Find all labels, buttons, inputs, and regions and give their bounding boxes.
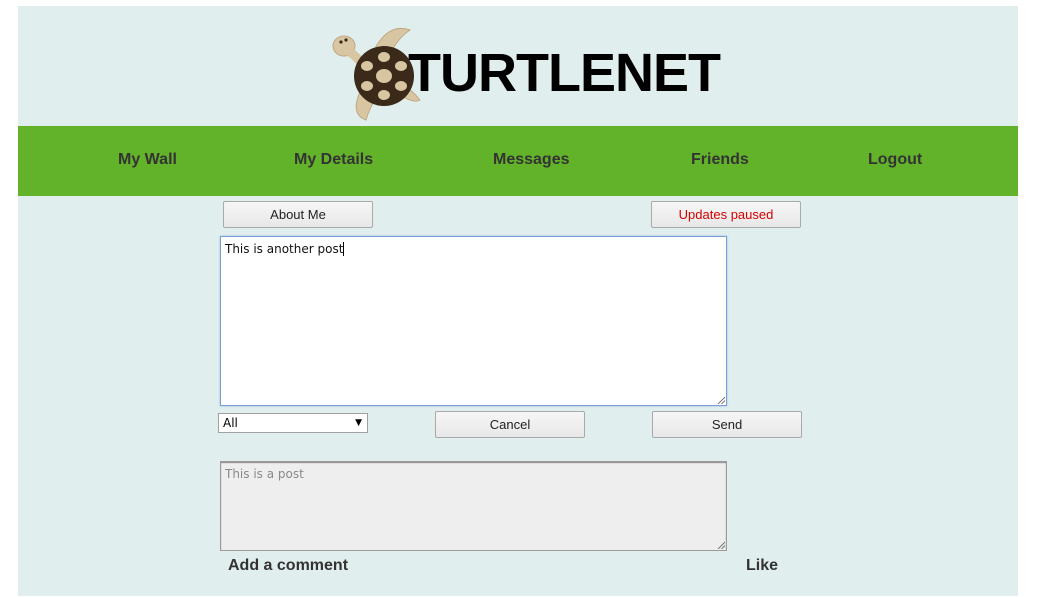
post-content-box: This is a post bbox=[220, 461, 727, 551]
audience-select[interactable]: All ▼ bbox=[218, 413, 368, 433]
nav-friends[interactable]: Friends bbox=[691, 126, 749, 196]
post-text: This is a post bbox=[225, 467, 304, 481]
resize-handle-icon[interactable] bbox=[717, 541, 725, 549]
send-button[interactable]: Send bbox=[652, 411, 802, 438]
main-nav: My Wall My Details Messages Friends Logo… bbox=[18, 126, 1018, 196]
resize-handle-icon[interactable] bbox=[717, 396, 725, 404]
add-comment-link[interactable]: Add a comment bbox=[228, 557, 348, 575]
nav-messages[interactable]: Messages bbox=[493, 126, 570, 196]
dropdown-arrow-icon: ▼ bbox=[355, 418, 362, 428]
nav-my-wall[interactable]: My Wall bbox=[118, 126, 177, 196]
audience-selected-value: All bbox=[223, 416, 238, 430]
turtlenet-logo[interactable]: TURTLENET bbox=[332, 24, 721, 121]
nav-logout[interactable]: Logout bbox=[868, 126, 922, 196]
header: TURTLENET bbox=[18, 6, 1018, 126]
about-me-button[interactable]: About Me bbox=[223, 201, 373, 228]
page: TURTLENET My Wall My Details Messages Fr… bbox=[18, 6, 1018, 596]
updates-paused-button[interactable]: Updates paused bbox=[651, 201, 801, 228]
post-composer-textarea[interactable]: This is another post bbox=[220, 236, 727, 406]
composer-text: This is another post bbox=[225, 242, 344, 256]
text-caret bbox=[343, 242, 345, 256]
cancel-button[interactable]: Cancel bbox=[435, 411, 585, 438]
logo-text: TURTLENET bbox=[408, 43, 721, 103]
nav-my-details[interactable]: My Details bbox=[294, 126, 373, 196]
like-link[interactable]: Like bbox=[746, 557, 778, 575]
